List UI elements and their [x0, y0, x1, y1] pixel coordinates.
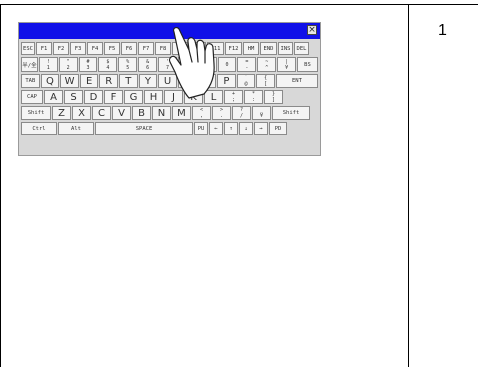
- key-5-2[interactable]: SPACE: [95, 122, 193, 135]
- key-2-12[interactable]: {[: [256, 74, 275, 88]
- touch-hand-icon: [168, 26, 215, 99]
- key-0-3[interactable]: F3: [70, 42, 86, 55]
- key-base-symbol: .: [219, 113, 223, 119]
- key-4-10[interactable]: ? /: [232, 106, 251, 120]
- key-1-1[interactable]: ! 1: [38, 57, 58, 72]
- key-3-5[interactable]: G: [124, 90, 143, 104]
- key-0-4[interactable]: F4: [87, 42, 103, 55]
- key-4-11[interactable]: _ ¥: [252, 106, 271, 120]
- key-2-2[interactable]: W: [60, 74, 79, 88]
- key-5-5[interactable]: ↑: [224, 122, 238, 135]
- key-4-4[interactable]: V: [112, 106, 131, 120]
- key-3-0[interactable]: CAP: [21, 90, 43, 104]
- keyboard-row-bottom: Ctrl Alt SPACE PU ← ↑ ↓ → PD: [21, 122, 318, 135]
- key-5-8[interactable]: PD: [269, 122, 287, 135]
- key-4-8[interactable]: <,: [192, 106, 211, 120]
- key-5-4[interactable]: ←: [209, 122, 223, 135]
- key-4-6[interactable]: N: [152, 106, 171, 120]
- key-1-4[interactable]: $4: [98, 57, 118, 72]
- key-4-0[interactable]: Shift: [21, 106, 51, 120]
- key-4-3[interactable]: C: [92, 106, 111, 120]
- key-1-13[interactable]: | ¥: [277, 57, 297, 72]
- key-3-1[interactable]: A: [44, 90, 63, 104]
- key-4-7[interactable]: M: [172, 106, 191, 120]
- key-0-14[interactable]: END: [260, 42, 277, 55]
- key-3-6[interactable]: H: [144, 90, 163, 104]
- key-0-2[interactable]: F2: [53, 42, 69, 55]
- key-2-0[interactable]: TAB: [21, 74, 40, 88]
- key-5-7[interactable]: →: [254, 122, 268, 135]
- key-0-7[interactable]: F7: [138, 42, 154, 55]
- key-3-11[interactable]: *:: [244, 90, 263, 104]
- key-0-5[interactable]: F5: [104, 42, 120, 55]
- key-0-6[interactable]: F6: [121, 42, 137, 55]
- key-3-2[interactable]: S: [64, 90, 83, 104]
- key-1-11[interactable]: = -: [237, 57, 257, 72]
- key-base-symbol: [: [264, 81, 268, 87]
- key-base-symbol: 2: [66, 64, 70, 71]
- key-2-3[interactable]: E: [79, 74, 99, 88]
- key-1-6[interactable]: & 6: [138, 57, 158, 72]
- key-1-12[interactable]: ~ ^: [257, 57, 277, 72]
- key-2-5[interactable]: T: [119, 74, 138, 88]
- key-base-symbol: /: [239, 113, 243, 119]
- key-1-0[interactable]: 半/全: [21, 57, 38, 72]
- key-3-3[interactable]: D: [84, 90, 103, 104]
- keyboard-row-shift: Shift Z X C V B N M <, >.? / _ ¥ Shift: [21, 106, 318, 120]
- key-2-6[interactable]: Y: [138, 74, 158, 88]
- key-base-symbol: 5: [126, 64, 130, 71]
- key-0-15[interactable]: INS: [278, 42, 293, 55]
- key-4-9[interactable]: >.: [212, 106, 231, 120]
- frame-top-border: [0, 4, 478, 5]
- key-2-1[interactable]: Q: [40, 74, 60, 88]
- key-0-1[interactable]: F1: [36, 42, 52, 55]
- key-0-0[interactable]: ESC: [21, 42, 35, 55]
- key-base-symbol: ¥: [285, 64, 289, 71]
- key-base-symbol: 1: [46, 64, 50, 71]
- key-base-symbol: -: [245, 64, 249, 71]
- key-base-symbol: ^: [265, 64, 269, 71]
- key-4-5[interactable]: B: [132, 106, 151, 120]
- key-2-13[interactable]: ENT: [275, 74, 318, 88]
- key-1-14[interactable]: BS: [297, 57, 318, 72]
- key-5-6[interactable]: ↓: [239, 122, 253, 135]
- key-3-4[interactable]: F: [104, 90, 123, 104]
- key-4-12[interactable]: Shift: [272, 106, 310, 120]
- key-0-13[interactable]: HM: [243, 42, 259, 55]
- key-2-4[interactable]: R: [99, 74, 119, 88]
- key-0-16[interactable]: DEL: [294, 42, 309, 55]
- page-number: 1: [438, 22, 447, 39]
- key-base-symbol: 6: [146, 64, 150, 71]
- key-1-2[interactable]: " 2: [58, 57, 78, 72]
- key-2-11[interactable]: ` @: [236, 74, 256, 88]
- frame-divider: [408, 4, 409, 367]
- key-base-symbol: ¥: [259, 113, 263, 119]
- key-base-symbol: ,: [199, 113, 203, 119]
- close-icon[interactable]: ×: [307, 25, 317, 35]
- key-base-symbol: 4: [106, 64, 110, 71]
- frame-left-border: [0, 4, 1, 367]
- key-5-3[interactable]: PU: [194, 122, 208, 135]
- key-4-1[interactable]: Z: [52, 106, 71, 120]
- key-base-symbol: ]: [271, 97, 275, 103]
- key-base-symbol: @: [244, 81, 248, 87]
- key-base-symbol: 3: [86, 64, 90, 71]
- key-5-0[interactable]: Ctrl: [21, 122, 57, 135]
- key-4-2[interactable]: X: [72, 106, 91, 120]
- key-3-12[interactable]: }]: [264, 90, 283, 104]
- key-5-1[interactable]: Alt: [58, 122, 94, 135]
- key-base-symbol: :: [251, 97, 255, 103]
- key-1-5[interactable]: % 5: [118, 57, 138, 72]
- key-1-3[interactable]: #3: [78, 57, 98, 72]
